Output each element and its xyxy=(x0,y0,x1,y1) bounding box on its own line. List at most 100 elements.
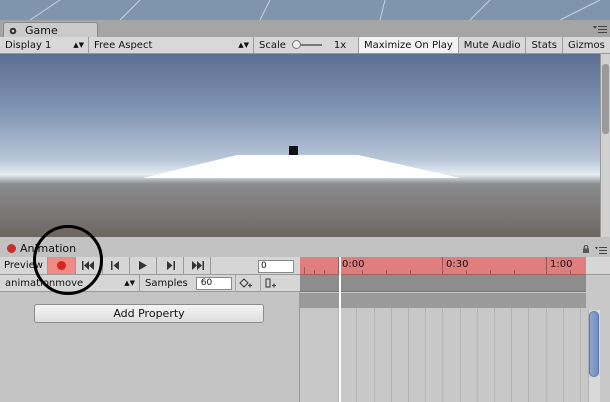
summary-keyframe-row xyxy=(300,275,586,292)
maximize-on-play-label: Maximize On Play xyxy=(364,39,453,51)
frame-value: 0 xyxy=(261,261,267,271)
step-forward-icon xyxy=(167,261,175,270)
timeline-label: 1:00 xyxy=(550,259,573,270)
grid-line xyxy=(563,308,564,402)
panel-menu-icon[interactable] xyxy=(593,25,607,35)
clip-keyframe-row xyxy=(300,293,586,308)
ruler-tick xyxy=(410,270,411,274)
grid-line xyxy=(391,308,392,402)
ruler-tick xyxy=(324,270,325,274)
tab-game-label: Game xyxy=(25,24,58,37)
add-keyframe-icon xyxy=(239,277,253,288)
scale-slider-thumb[interactable] xyxy=(291,40,301,49)
timeline-ruler[interactable]: 0:00 0:30 1:00 xyxy=(300,257,586,275)
aspect-dropdown[interactable]: Free Aspect ▲▼ xyxy=(89,37,254,53)
grid-line xyxy=(460,308,461,402)
dopesheet-scrollbar[interactable] xyxy=(586,275,610,402)
samples-input[interactable]: 60 xyxy=(195,276,232,290)
lock-icon[interactable] xyxy=(582,244,590,253)
ruler-corner xyxy=(586,257,610,275)
samples-label: Samples xyxy=(145,277,188,289)
last-key-button[interactable] xyxy=(184,257,211,274)
tab-animation[interactable]: Animation xyxy=(3,240,82,257)
dropdown-arrows-icon: ▲▼ xyxy=(124,278,135,287)
dopesheet-area[interactable] xyxy=(300,275,586,402)
animation-controls: Preview xyxy=(0,257,300,275)
game-tab-bar: Game xyxy=(0,20,610,38)
grid-line xyxy=(528,308,529,402)
play-button[interactable] xyxy=(130,257,157,274)
game-view-scroll-thumb[interactable] xyxy=(602,64,609,134)
panel-menu-icon[interactable] xyxy=(595,246,607,255)
ruler-tick xyxy=(514,270,515,274)
gizmos-label: Gizmos xyxy=(567,39,605,51)
grid-line xyxy=(442,308,443,402)
grid-line xyxy=(356,308,357,402)
record-dot-icon xyxy=(7,244,16,253)
previous-key-button[interactable] xyxy=(103,257,130,274)
scale-label: Scale xyxy=(259,39,286,51)
ruler-tick xyxy=(442,257,443,274)
tab-game[interactable]: Game xyxy=(3,22,98,38)
mute-audio-toggle[interactable]: Mute Audio xyxy=(459,37,527,53)
grid-line xyxy=(408,308,409,402)
mute-audio-label: Mute Audio xyxy=(463,39,521,51)
step-back-icon xyxy=(111,261,119,270)
gizmos-dropdown[interactable]: Gizmos xyxy=(563,37,605,53)
grid-line xyxy=(477,308,478,402)
record-button[interactable] xyxy=(48,257,76,274)
clip-row: animationmove ▲▼ Samples 60 xyxy=(0,274,300,292)
grid-line xyxy=(494,308,495,402)
grid-line xyxy=(546,308,547,402)
maximize-on-play-toggle[interactable]: Maximize On Play xyxy=(359,37,459,53)
scrollbar-thumb[interactable] xyxy=(589,311,599,377)
game-view-scrollbar[interactable] xyxy=(600,54,610,237)
timeline-label: 0:00 xyxy=(342,259,365,270)
ruler-tick xyxy=(304,267,305,274)
tab-animation-label: Animation xyxy=(20,242,77,255)
aspect-dropdown-label: Free Aspect xyxy=(94,39,153,51)
scale-control: Scale 1x xyxy=(254,37,359,53)
add-event-button[interactable] xyxy=(259,274,282,292)
preview-label: Preview xyxy=(4,260,43,271)
play-icon xyxy=(139,261,147,270)
dropdown-arrows-icon: ▲▼ xyxy=(73,41,84,49)
clip-name: animationmove xyxy=(5,277,84,289)
preview-button[interactable]: Preview xyxy=(0,257,48,274)
frame-input[interactable]: 0 xyxy=(258,260,294,273)
grid-line xyxy=(425,308,426,402)
scene-view-strip xyxy=(0,0,610,20)
record-icon xyxy=(57,261,66,270)
camera-icon xyxy=(9,26,21,36)
add-keyframe-button[interactable] xyxy=(234,274,257,292)
clip-dropdown[interactable]: animationmove ▲▼ xyxy=(0,274,140,292)
game-toolbar: Display 1 ▲▼ Free Aspect ▲▼ Scale 1x Max… xyxy=(0,37,610,54)
grid-line xyxy=(511,308,512,402)
ruler-tick xyxy=(546,257,547,274)
ruler-tick xyxy=(386,270,387,274)
skip-to-end-icon xyxy=(192,261,204,270)
display-dropdown-label: Display 1 xyxy=(5,39,52,51)
next-key-button[interactable] xyxy=(157,257,184,274)
add-property-button[interactable]: Add Property xyxy=(34,304,264,323)
display-dropdown[interactable]: Display 1 ▲▼ xyxy=(0,37,89,53)
ruler-tick xyxy=(314,270,315,274)
game-viewport[interactable] xyxy=(0,54,600,237)
first-key-button[interactable] xyxy=(76,257,103,274)
scale-slider[interactable] xyxy=(291,40,322,49)
animation-tab-bar: Animation xyxy=(0,237,610,257)
playhead[interactable] xyxy=(339,257,341,402)
ruler-tick xyxy=(362,270,363,274)
samples-value: 60 xyxy=(200,277,213,288)
ruler-tick xyxy=(570,270,571,274)
ruler-tick xyxy=(490,270,491,274)
stats-toggle[interactable]: Stats xyxy=(526,37,563,53)
scale-value: 1x xyxy=(333,39,347,51)
timeline-label: 0:30 xyxy=(446,259,469,270)
add-property-label: Add Property xyxy=(113,307,185,320)
ruler-tick xyxy=(466,270,467,274)
skip-to-start-icon xyxy=(82,261,94,270)
grid-line xyxy=(374,308,375,402)
grid-line xyxy=(580,308,581,402)
dropdown-arrows-icon: ▲▼ xyxy=(238,41,249,49)
